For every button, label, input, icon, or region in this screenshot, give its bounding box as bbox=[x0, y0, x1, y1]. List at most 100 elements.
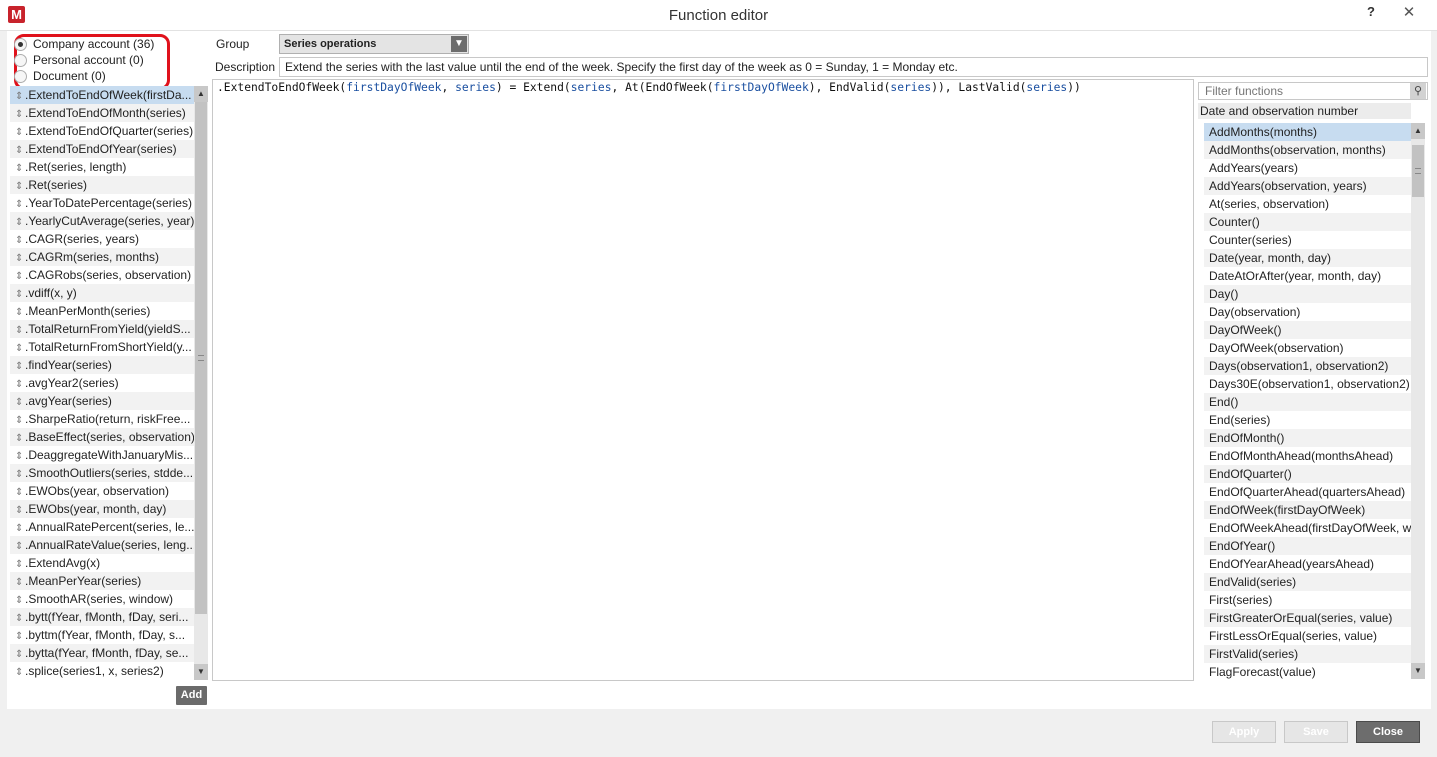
add-button[interactable]: Add bbox=[176, 686, 207, 705]
list-item[interactable]: ⇕ .SharpeRatio(return, riskFree... bbox=[10, 410, 194, 428]
close-window-icon[interactable]: ✕ bbox=[1387, 2, 1431, 24]
list-item[interactable]: End(series) bbox=[1204, 411, 1411, 429]
drag-handle-icon[interactable]: ⇕ bbox=[15, 664, 25, 680]
list-item[interactable]: ⇕ .bytt(fYear, fMonth, fDay, seri... bbox=[10, 608, 194, 626]
drag-handle-icon[interactable]: ⇕ bbox=[15, 232, 25, 248]
scroll-down-icon[interactable]: ▼ bbox=[194, 664, 208, 680]
close-button[interactable]: Close bbox=[1356, 721, 1420, 743]
drag-handle-icon[interactable]: ⇕ bbox=[15, 376, 25, 392]
list-item[interactable]: ⇕ .ExtendToEndOfQuarter(series) bbox=[10, 122, 194, 140]
list-item[interactable]: DateAtOrAfter(year, month, day) bbox=[1204, 267, 1411, 285]
filter-functions-input[interactable] bbox=[1198, 82, 1428, 100]
list-item[interactable]: EndOfMonthAhead(monthsAhead) bbox=[1204, 447, 1411, 465]
list-item[interactable]: ⇕ .TotalReturnFromYield(yieldS... bbox=[10, 320, 194, 338]
list-item[interactable]: ⇕ .SmoothAR(series, window) bbox=[10, 590, 194, 608]
list-item[interactable]: EndOfMonth() bbox=[1204, 429, 1411, 447]
list-item[interactable]: EndOfQuarterAhead(quartersAhead) bbox=[1204, 483, 1411, 501]
list-item[interactable]: ⇕ .AnnualRatePercent(series, le... bbox=[10, 518, 194, 536]
list-item[interactable]: AddYears(observation, years) bbox=[1204, 177, 1411, 195]
drag-handle-icon[interactable]: ⇕ bbox=[15, 556, 25, 572]
list-item[interactable]: ⇕ .ExtendAvg(x) bbox=[10, 554, 194, 572]
list-item[interactable]: ⇕ .MeanPerYear(series) bbox=[10, 572, 194, 590]
drag-handle-icon[interactable]: ⇕ bbox=[15, 592, 25, 608]
list-item[interactable]: AddMonths(observation, months) bbox=[1204, 141, 1411, 159]
drag-handle-icon[interactable]: ⇕ bbox=[15, 196, 25, 212]
radio-button-icon[interactable] bbox=[14, 53, 27, 67]
list-item[interactable]: First(series) bbox=[1204, 591, 1411, 609]
list-item[interactable]: ⇕ .splice(series1, x, series2) bbox=[10, 662, 194, 680]
list-item[interactable]: Counter() bbox=[1204, 213, 1411, 231]
list-item[interactable]: ⇕ .CAGRobs(series, observation) bbox=[10, 266, 194, 284]
list-item[interactable]: ⇕ .avgYear(series) bbox=[10, 392, 194, 410]
description-field[interactable]: Extend the series with the last value un… bbox=[279, 57, 1428, 77]
help-button[interactable]: ? bbox=[1363, 4, 1379, 19]
search-icon[interactable]: ⚲ bbox=[1410, 83, 1426, 99]
drag-handle-icon[interactable]: ⇕ bbox=[15, 178, 25, 194]
drag-handle-icon[interactable]: ⇕ bbox=[15, 574, 25, 590]
list-item[interactable]: EndOfWeekAhead(firstDayOfWeek, w bbox=[1204, 519, 1411, 537]
list-item[interactable]: ⇕ .Ret(series) bbox=[10, 176, 194, 194]
drag-handle-icon[interactable]: ⇕ bbox=[15, 88, 25, 104]
list-item[interactable]: ⇕ .CAGR(series, years) bbox=[10, 230, 194, 248]
function-code-editor[interactable]: .ExtendToEndOfWeek(firstDayOfWeek, serie… bbox=[212, 79, 1194, 681]
scroll-up-icon[interactable]: ▲ bbox=[194, 86, 208, 102]
drag-handle-icon[interactable]: ⇕ bbox=[15, 268, 25, 284]
drag-handle-icon[interactable]: ⇕ bbox=[15, 124, 25, 140]
drag-handle-icon[interactable]: ⇕ bbox=[15, 646, 25, 662]
list-item[interactable]: ⇕ .DeaggregateWithJanuaryMis... bbox=[10, 446, 194, 464]
list-item[interactable]: At(series, observation) bbox=[1204, 195, 1411, 213]
list-item[interactable]: DayOfWeek(observation) bbox=[1204, 339, 1411, 357]
list-item[interactable]: ⇕ .MeanPerMonth(series) bbox=[10, 302, 194, 320]
builtin-function-list-scrollbar[interactable]: ▲ ▼ bbox=[1411, 123, 1425, 679]
list-item[interactable]: DayOfWeek() bbox=[1204, 321, 1411, 339]
list-item[interactable]: EndValid(series) bbox=[1204, 573, 1411, 591]
drag-handle-icon[interactable]: ⇕ bbox=[15, 142, 25, 158]
list-item[interactable]: ⇕ .bytta(fYear, fMonth, fDay, se... bbox=[10, 644, 194, 662]
list-item[interactable]: Day(observation) bbox=[1204, 303, 1411, 321]
drag-handle-icon[interactable]: ⇕ bbox=[15, 340, 25, 356]
list-item[interactable]: Day() bbox=[1204, 285, 1411, 303]
drag-handle-icon[interactable]: ⇕ bbox=[15, 502, 25, 518]
scroll-thumb[interactable] bbox=[1412, 145, 1424, 197]
drag-handle-icon[interactable]: ⇕ bbox=[15, 214, 25, 230]
drag-handle-icon[interactable]: ⇕ bbox=[15, 412, 25, 428]
list-item[interactable]: ⇕ .TotalReturnFromShortYield(y... bbox=[10, 338, 194, 356]
drag-handle-icon[interactable]: ⇕ bbox=[15, 430, 25, 446]
list-item[interactable]: FirstValid(series) bbox=[1204, 645, 1411, 663]
list-item[interactable]: EndOfYearAhead(yearsAhead) bbox=[1204, 555, 1411, 573]
drag-handle-icon[interactable]: ⇕ bbox=[15, 304, 25, 320]
apply-button[interactable]: Apply bbox=[1212, 721, 1276, 743]
drag-handle-icon[interactable]: ⇕ bbox=[15, 250, 25, 266]
list-item[interactable]: EndOfQuarter() bbox=[1204, 465, 1411, 483]
radio-button-icon[interactable] bbox=[14, 37, 27, 51]
function-category-header[interactable]: Date and observation number bbox=[1198, 103, 1411, 119]
drag-handle-icon[interactable]: ⇕ bbox=[15, 484, 25, 500]
list-item[interactable]: Days(observation1, observation2) bbox=[1204, 357, 1411, 375]
drag-handle-icon[interactable]: ⇕ bbox=[15, 520, 25, 536]
list-item[interactable]: Days30E(observation1, observation2) bbox=[1204, 375, 1411, 393]
list-item[interactable]: ⇕ .CAGRm(series, months) bbox=[10, 248, 194, 266]
chevron-down-icon[interactable]: ▼ bbox=[451, 36, 467, 52]
list-item[interactable]: ⇕ .EWObs(year, observation) bbox=[10, 482, 194, 500]
list-item[interactable]: FirstLessOrEqual(series, value) bbox=[1204, 627, 1411, 645]
scroll-thumb[interactable] bbox=[195, 102, 207, 614]
list-item[interactable]: ⇕ .vdiff(x, y) bbox=[10, 284, 194, 302]
list-item[interactable]: EndOfYear() bbox=[1204, 537, 1411, 555]
list-item[interactable]: ⇕ .ExtendToEndOfYear(series) bbox=[10, 140, 194, 158]
save-button[interactable]: Save bbox=[1284, 721, 1348, 743]
list-item[interactable]: Counter(series) bbox=[1204, 231, 1411, 249]
list-item[interactable]: AddYears(years) bbox=[1204, 159, 1411, 177]
list-item[interactable]: ⇕ .AnnualRateValue(series, leng... bbox=[10, 536, 194, 554]
list-item[interactable]: ⇕ .Ret(series, length) bbox=[10, 158, 194, 176]
drag-handle-icon[interactable]: ⇕ bbox=[15, 466, 25, 482]
list-item[interactable]: ⇕ .SmoothOutliers(series, stdde... bbox=[10, 464, 194, 482]
list-item[interactable]: ⇕ .YearlyCutAverage(series, year) bbox=[10, 212, 194, 230]
user-function-list-scrollbar[interactable]: ▲ ▼ bbox=[194, 86, 208, 680]
drag-handle-icon[interactable]: ⇕ bbox=[15, 286, 25, 302]
drag-handle-icon[interactable]: ⇕ bbox=[15, 610, 25, 626]
drag-handle-icon[interactable]: ⇕ bbox=[15, 628, 25, 644]
list-item[interactable]: ⇕ .findYear(series) bbox=[10, 356, 194, 374]
drag-handle-icon[interactable]: ⇕ bbox=[15, 322, 25, 338]
list-item[interactable]: EndOfWeek(firstDayOfWeek) bbox=[1204, 501, 1411, 519]
list-item[interactable]: ⇕ .YearToDatePercentage(series) bbox=[10, 194, 194, 212]
